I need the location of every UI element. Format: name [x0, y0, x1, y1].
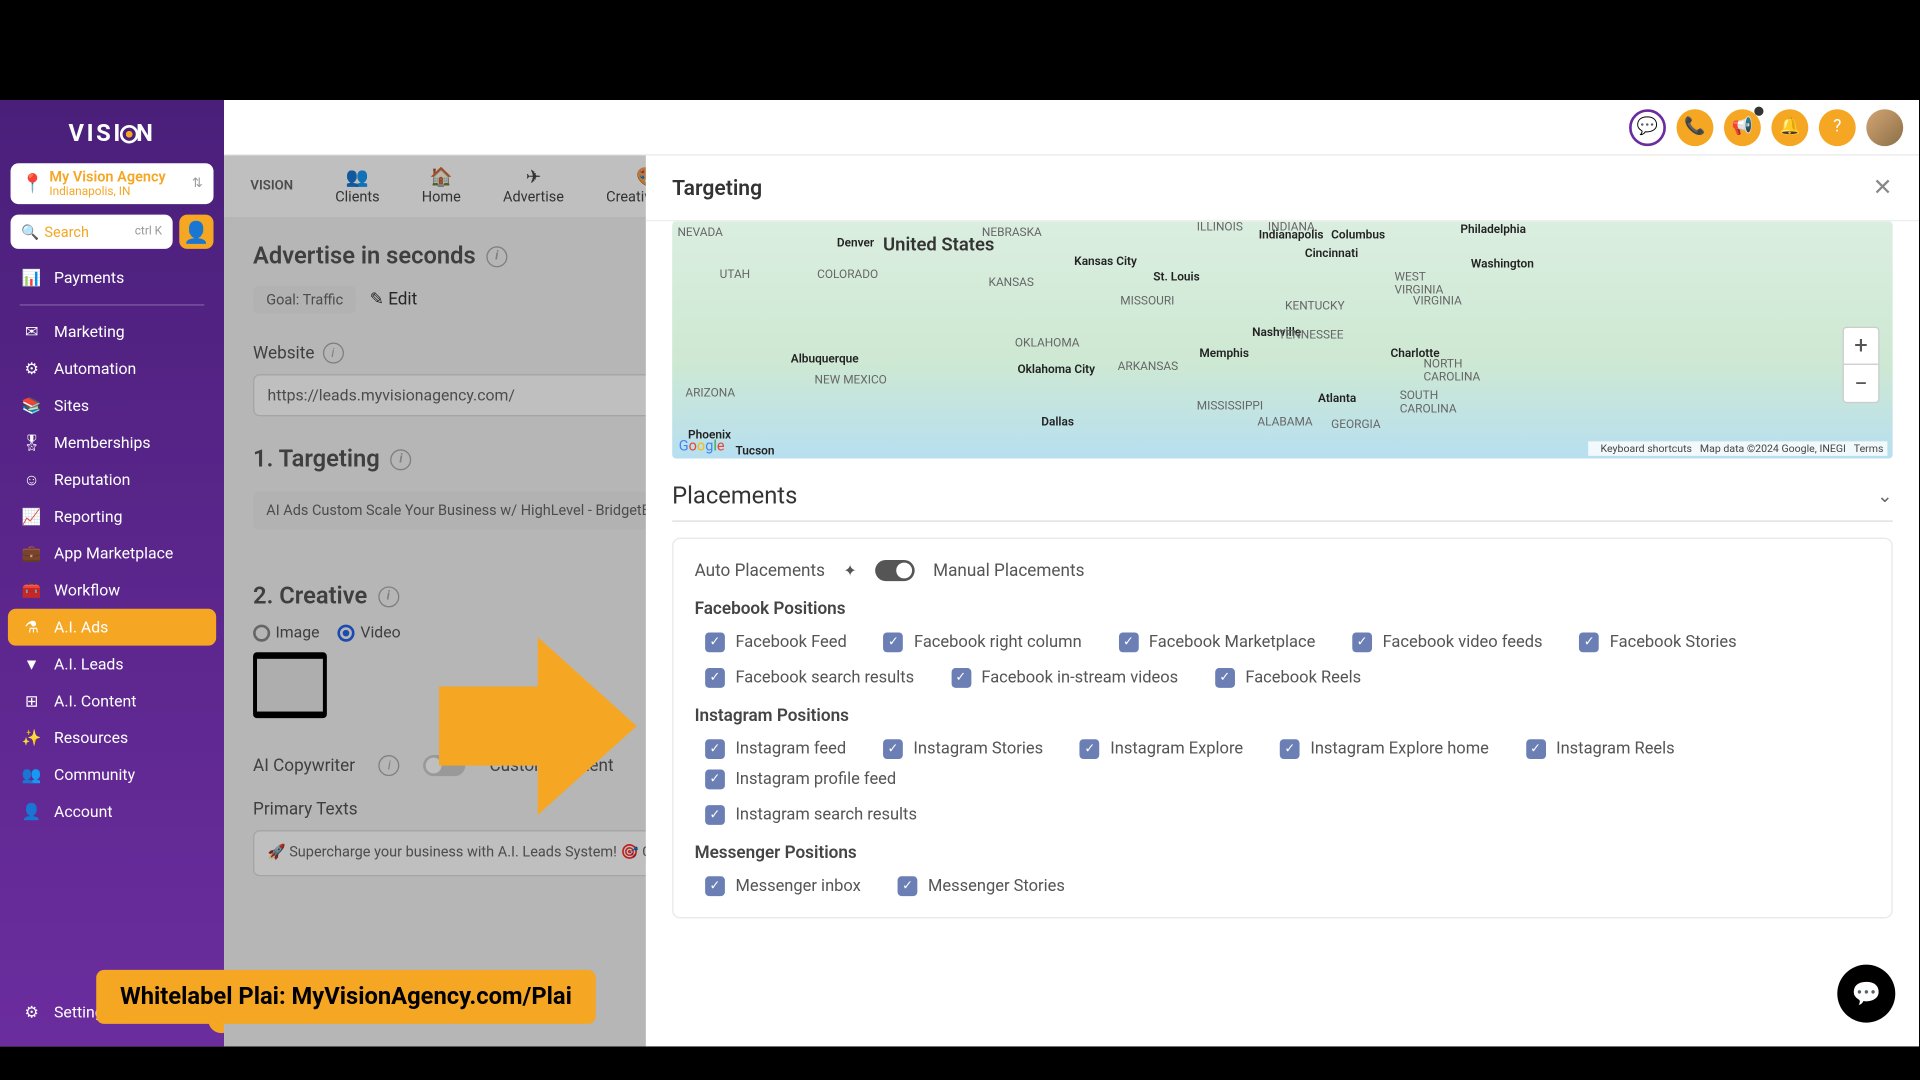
- checkbox-ig-search[interactable]: ✓Instagram search results: [705, 805, 917, 825]
- nav-account[interactable]: 👤Account: [0, 793, 224, 830]
- phone-icon: 📞: [1684, 117, 1705, 137]
- checkbox-msg-stories[interactable]: ✓Messenger Stories: [898, 876, 1065, 896]
- nav-memberships[interactable]: 🎖Memberships: [0, 424, 224, 461]
- modal-overlay: Targeting ✕ United States Denver Kansas …: [224, 155, 1919, 1046]
- placements-toggle[interactable]: [875, 560, 915, 581]
- auto-placements-label: Auto Placements: [695, 561, 825, 581]
- nav-ai-leads[interactable]: ▼A.I. Leads: [0, 646, 224, 683]
- grid-icon: ⊞: [20, 692, 44, 710]
- checkbox-fb-marketplace[interactable]: ✓Facebook Marketplace: [1119, 632, 1316, 652]
- people-icon: 👥: [20, 766, 44, 784]
- facebook-positions-title: Facebook Positions: [695, 600, 1871, 620]
- search-shortcut: ctrl K: [135, 225, 162, 238]
- checkbox-fb-stories[interactable]: ✓Facebook Stories: [1579, 632, 1736, 652]
- checkbox-ig-explore[interactable]: ✓Instagram Explore: [1080, 739, 1243, 759]
- nav-marketing[interactable]: ✉Marketing: [0, 314, 224, 351]
- user-icon: 👤: [183, 219, 209, 244]
- sparkle-icon: ✦: [843, 561, 856, 579]
- instagram-positions-title: Instagram Positions: [695, 706, 1871, 726]
- chat-icon: 💬: [1637, 117, 1658, 137]
- topbar: 💬 📞 📢 🔔 ?: [224, 100, 1919, 155]
- targeting-modal: Targeting ✕ United States Denver Kansas …: [646, 155, 1919, 1046]
- pin-icon: 📍: [21, 173, 44, 194]
- nav-automation[interactable]: ⚙Automation: [0, 350, 224, 387]
- chat-button[interactable]: 💬: [1629, 109, 1666, 146]
- map-country-label: United States: [883, 234, 994, 255]
- whitelabel-banner: Whitelabel Plai: MyVisionAgency.com/Plai: [96, 970, 595, 1024]
- sidebar: VISIN 📍 My Vision Agency Indianapolis, I…: [0, 100, 224, 1046]
- payments-icon: 📊: [20, 269, 44, 287]
- agency-selector[interactable]: 📍 My Vision Agency Indianapolis, IN ⇅: [11, 163, 214, 204]
- modal-title: Targeting: [672, 175, 762, 200]
- chevron-down-icon[interactable]: ⌄: [1877, 486, 1892, 507]
- announce-button[interactable]: 📢: [1724, 109, 1761, 146]
- nav-reputation[interactable]: ☺Reputation: [0, 461, 224, 498]
- megaphone-icon: 📢: [1732, 117, 1753, 137]
- toolbox-icon: 🧰: [20, 581, 44, 599]
- person-icon: 👤: [20, 802, 44, 820]
- checkbox-fb-right[interactable]: ✓Facebook right column: [884, 632, 1082, 652]
- search-icon: 🔍: [21, 223, 39, 240]
- gear-icon: ⚙: [20, 1003, 44, 1021]
- google-logo: Google: [679, 437, 725, 454]
- close-button[interactable]: ✕: [1873, 174, 1893, 202]
- nav-resources[interactable]: ✨Resources: [0, 719, 224, 756]
- chat-fab[interactable]: 💬: [1837, 965, 1895, 1023]
- nav-community[interactable]: 👥Community: [0, 756, 224, 793]
- wand-icon: ✨: [20, 729, 44, 747]
- checkbox-ig-reels[interactable]: ✓Instagram Reels: [1526, 739, 1675, 759]
- selector-arrows-icon: ⇅: [192, 176, 203, 190]
- nav-sites[interactable]: 📚Sites: [0, 387, 224, 424]
- funnel-icon: ▼: [20, 655, 44, 673]
- checkbox-ig-explore-home[interactable]: ✓Instagram Explore home: [1280, 739, 1489, 759]
- checkbox-fb-reels[interactable]: ✓Facebook Reels: [1215, 668, 1361, 688]
- checkbox-fb-feed[interactable]: ✓Facebook Feed: [705, 632, 847, 652]
- chart-icon: 📈: [20, 507, 44, 525]
- badge-icon: 🎖: [20, 433, 44, 451]
- bell-icon: 🔔: [1779, 117, 1800, 137]
- placements-title: Placements: [672, 482, 797, 510]
- checkbox-ig-profile[interactable]: ✓Instagram profile feed: [705, 770, 896, 790]
- checkbox-fb-video[interactable]: ✓Facebook video feeds: [1352, 632, 1542, 652]
- share-icon: ⚙: [20, 360, 44, 378]
- nav-workflow[interactable]: 🧰Workflow: [0, 572, 224, 609]
- zoom-in-button[interactable]: +: [1844, 328, 1878, 365]
- nav-ai-ads[interactable]: ⚗A.I. Ads: [8, 609, 216, 646]
- smile-icon: ☺: [20, 470, 44, 488]
- search-placeholder: Search: [44, 223, 89, 240]
- nav-marketplace[interactable]: 💼App Marketplace: [0, 535, 224, 572]
- checkbox-ig-stories[interactable]: ✓Instagram Stories: [883, 739, 1043, 759]
- zoom-out-button[interactable]: −: [1844, 365, 1878, 402]
- map-attribution: Keyboard shortcutsMap data ©2024 Google,…: [1589, 441, 1888, 455]
- checkbox-msg-inbox[interactable]: ✓Messenger inbox: [705, 876, 861, 896]
- notifications-button[interactable]: 🔔: [1771, 109, 1808, 146]
- placements-panel: Auto Placements ✦ Manual Placements Face…: [672, 538, 1892, 919]
- nav-ai-content[interactable]: ⊞A.I. Content: [0, 683, 224, 720]
- nav-reporting[interactable]: 📈Reporting: [0, 498, 224, 535]
- search-input[interactable]: 🔍 Search ctrl K: [11, 215, 173, 249]
- logo: VISIN: [0, 100, 224, 163]
- avatar[interactable]: [1866, 109, 1903, 146]
- messenger-positions-title: Messenger Positions: [695, 843, 1871, 863]
- checkbox-fb-search[interactable]: ✓Facebook search results: [705, 668, 914, 688]
- map-zoom: + −: [1843, 327, 1880, 403]
- map[interactable]: United States Denver Kansas City St. Lou…: [672, 221, 1892, 458]
- checkbox-fb-instream[interactable]: ✓Facebook in-stream videos: [951, 668, 1178, 688]
- chat-icon: 💬: [1852, 980, 1882, 1008]
- layers-icon: 📚: [20, 397, 44, 415]
- phone-button[interactable]: 📞: [1676, 109, 1713, 146]
- flask-icon: ⚗: [20, 618, 44, 636]
- agency-name: My Vision Agency: [49, 169, 192, 186]
- user-button[interactable]: 👤: [179, 215, 213, 249]
- briefcase-icon: 💼: [20, 544, 44, 562]
- checkbox-ig-feed[interactable]: ✓Instagram feed: [705, 739, 846, 759]
- envelope-icon: ✉: [20, 323, 44, 341]
- nav-payments[interactable]: 📊Payments: [0, 259, 224, 296]
- help-button[interactable]: ?: [1819, 109, 1856, 146]
- agency-location: Indianapolis, IN: [49, 186, 192, 199]
- manual-placements-label: Manual Placements: [933, 561, 1084, 581]
- question-icon: ?: [1833, 117, 1841, 137]
